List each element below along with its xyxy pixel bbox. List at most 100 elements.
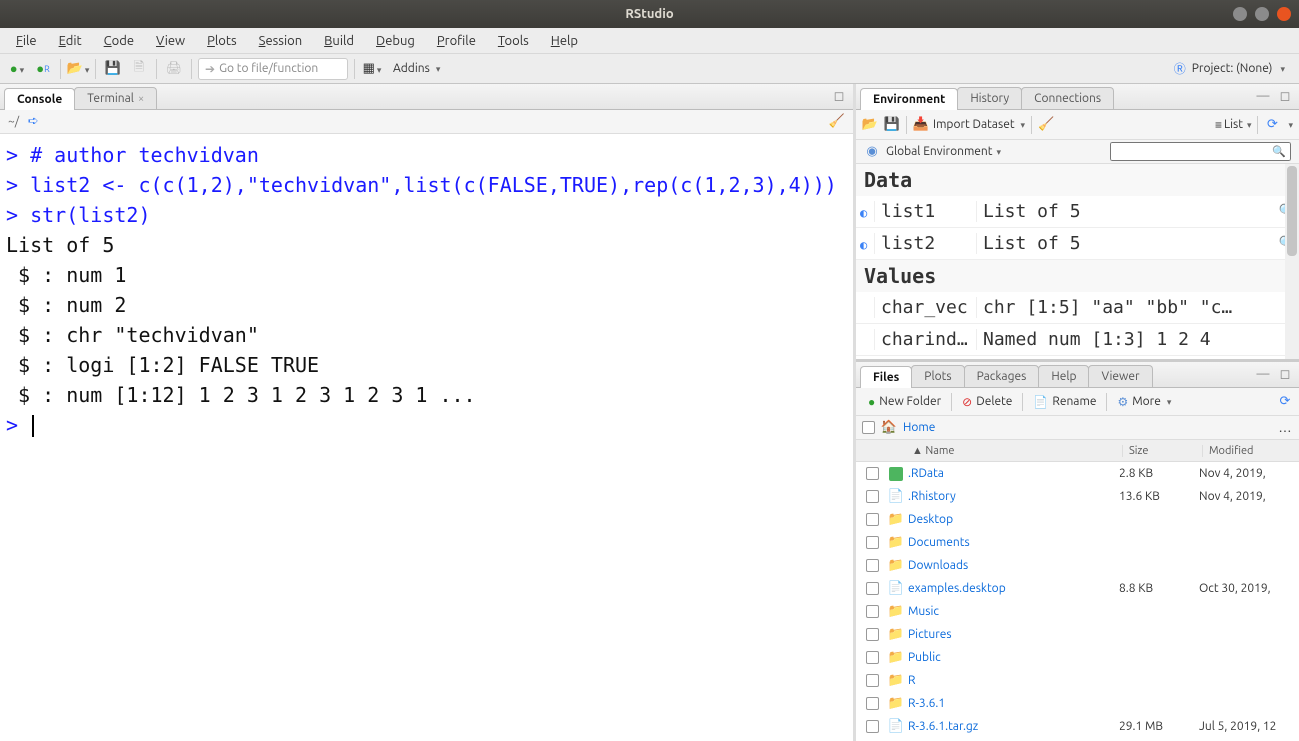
tab-history[interactable]: History <box>957 87 1022 109</box>
addins-menu[interactable]: Addins <box>387 62 446 75</box>
header-size[interactable]: Size <box>1123 445 1203 457</box>
file-checkbox[interactable] <box>866 582 879 595</box>
file-row[interactable]: .Rhistory13.6 KBNov 4, 2019, <box>856 485 1299 508</box>
file-name[interactable]: Public <box>908 651 1119 664</box>
save-button[interactable]: 💾 <box>102 58 124 80</box>
pane-maximize-icon[interactable]: ◻ <box>1277 88 1293 104</box>
file-row[interactable]: Music <box>856 600 1299 623</box>
tab-viewer[interactable]: Viewer <box>1088 365 1152 387</box>
file-name[interactable]: R <box>908 674 1119 687</box>
env-view-mode[interactable]: ≡ List <box>1215 118 1252 132</box>
file-checkbox[interactable] <box>866 490 879 503</box>
grid-button[interactable]: ▦ <box>361 58 383 80</box>
file-checkbox[interactable] <box>866 651 879 664</box>
file-checkbox[interactable] <box>866 674 879 687</box>
print-button[interactable]: 🖨 <box>163 58 185 80</box>
path-more-icon[interactable]: … <box>1277 420 1293 436</box>
file-name[interactable]: .Rhistory <box>908 490 1119 503</box>
select-all-checkbox[interactable] <box>862 421 875 434</box>
file-row[interactable]: .RData2.8 KBNov 4, 2019, <box>856 462 1299 485</box>
file-name[interactable]: Music <box>908 605 1119 618</box>
pane-maximize-icon[interactable]: ◻ <box>1277 366 1293 382</box>
open-file-button[interactable]: 📂 <box>67 58 89 80</box>
delete-button[interactable]: ⊘Delete <box>956 395 1018 409</box>
tab-help[interactable]: Help <box>1038 365 1089 387</box>
file-checkbox[interactable] <box>866 467 879 480</box>
tab-console[interactable]: Console <box>4 88 75 110</box>
file-name[interactable]: Desktop <box>908 513 1119 526</box>
rename-button[interactable]: 📄Rename <box>1027 395 1102 409</box>
file-row[interactable]: R-3.6.1 <box>856 692 1299 715</box>
menu-debug[interactable]: Debug <box>366 31 425 51</box>
menu-edit[interactable]: Edit <box>49 31 92 51</box>
save-all-button[interactable]: 🗎 <box>128 58 150 80</box>
file-row[interactable]: examples.desktop8.8 KBOct 30, 2019, <box>856 577 1299 600</box>
file-name[interactable]: Downloads <box>908 559 1119 572</box>
file-checkbox[interactable] <box>866 720 879 733</box>
pane-popout-icon[interactable]: ◻ <box>831 88 847 104</box>
file-name[interactable]: .RData <box>908 467 1119 480</box>
new-file-button[interactable]: ● <box>6 58 28 80</box>
env-row[interactable]: char_vecchr [1:5] "aa" "bb" "c… <box>856 292 1299 324</box>
env-search-input[interactable] <box>1110 142 1291 161</box>
window-minimize[interactable] <box>1233 7 1247 21</box>
refresh-env-icon[interactable] <box>1264 117 1280 133</box>
expand-icon[interactable]: ◐ <box>860 238 867 252</box>
import-dataset-button[interactable]: 📥 Import Dataset <box>913 117 1025 133</box>
new-folder-button[interactable]: ●New Folder <box>862 395 947 409</box>
file-row[interactable]: R <box>856 669 1299 692</box>
file-checkbox[interactable] <box>866 536 879 549</box>
file-name[interactable]: R-3.6.1 <box>908 697 1119 710</box>
breadcrumb-home[interactable]: Home <box>903 421 935 434</box>
menu-tools[interactable]: Tools <box>488 31 539 51</box>
menu-view[interactable]: View <box>146 31 195 51</box>
load-workspace-icon[interactable]: 📂 <box>862 117 878 133</box>
file-checkbox[interactable] <box>866 513 879 526</box>
file-row[interactable]: Documents <box>856 531 1299 554</box>
tab-packages[interactable]: Packages <box>964 365 1040 387</box>
tab-plots[interactable]: Plots <box>911 365 964 387</box>
pane-minimize-icon[interactable]: — <box>1255 366 1271 382</box>
close-icon[interactable]: × <box>138 93 144 105</box>
console-body[interactable]: > # author techvidvan> list2 <- c(c(1,2)… <box>0 134 853 741</box>
file-name[interactable]: examples.desktop <box>908 582 1119 595</box>
project-menu[interactable]: Ⓡ Project: (None) <box>1166 60 1293 77</box>
console-path-arrow-icon[interactable]: ➪ <box>25 114 41 130</box>
refresh-files-icon[interactable] <box>1277 394 1293 410</box>
file-row[interactable]: Downloads <box>856 554 1299 577</box>
window-maximize[interactable] <box>1255 7 1269 21</box>
file-checkbox[interactable] <box>866 605 879 618</box>
tab-terminal[interactable]: Terminal × <box>74 87 157 109</box>
home-icon[interactable] <box>881 420 897 436</box>
env-scope[interactable]: Global Environment <box>886 145 1001 158</box>
file-checkbox[interactable] <box>866 697 879 710</box>
menu-code[interactable]: Code <box>94 31 144 51</box>
menu-help[interactable]: Help <box>541 31 588 51</box>
menu-build[interactable]: Build <box>314 31 364 51</box>
clear-env-icon[interactable]: 🧹 <box>1038 117 1054 133</box>
menu-profile[interactable]: Profile <box>427 31 486 51</box>
file-row[interactable]: Desktop <box>856 508 1299 531</box>
env-scrollbar[interactable] <box>1285 164 1299 359</box>
window-close[interactable] <box>1277 7 1291 21</box>
file-checkbox[interactable] <box>866 559 879 572</box>
env-row[interactable]: ◐list2List of 5🔍 <box>856 228 1299 260</box>
menu-session[interactable]: Session <box>249 31 312 51</box>
file-checkbox[interactable] <box>866 628 879 641</box>
more-button[interactable]: More <box>1111 395 1177 409</box>
new-project-button[interactable]: ●R <box>32 58 54 80</box>
file-name[interactable]: R-3.6.1.tar.gz <box>908 720 1119 733</box>
clear-console-icon[interactable]: 🧹 <box>829 114 845 130</box>
tab-files[interactable]: Files <box>860 366 912 388</box>
save-workspace-icon[interactable]: 💾 <box>884 117 900 133</box>
file-name[interactable]: Documents <box>908 536 1119 549</box>
env-row[interactable]: ◐list1List of 5🔍 <box>856 196 1299 228</box>
tab-environment[interactable]: Environment <box>860 88 958 110</box>
file-row[interactable]: R-3.6.1.tar.gz29.1 MBJul 5, 2019, 12 <box>856 715 1299 738</box>
goto-file-input[interactable]: ➔ Go to file/function <box>198 58 348 80</box>
file-name[interactable]: Pictures <box>908 628 1119 641</box>
header-modified[interactable]: Modified <box>1203 445 1299 457</box>
file-row[interactable]: Public <box>856 646 1299 669</box>
menu-plots[interactable]: Plots <box>197 31 247 51</box>
header-name[interactable]: ▲ Name <box>884 445 1123 457</box>
